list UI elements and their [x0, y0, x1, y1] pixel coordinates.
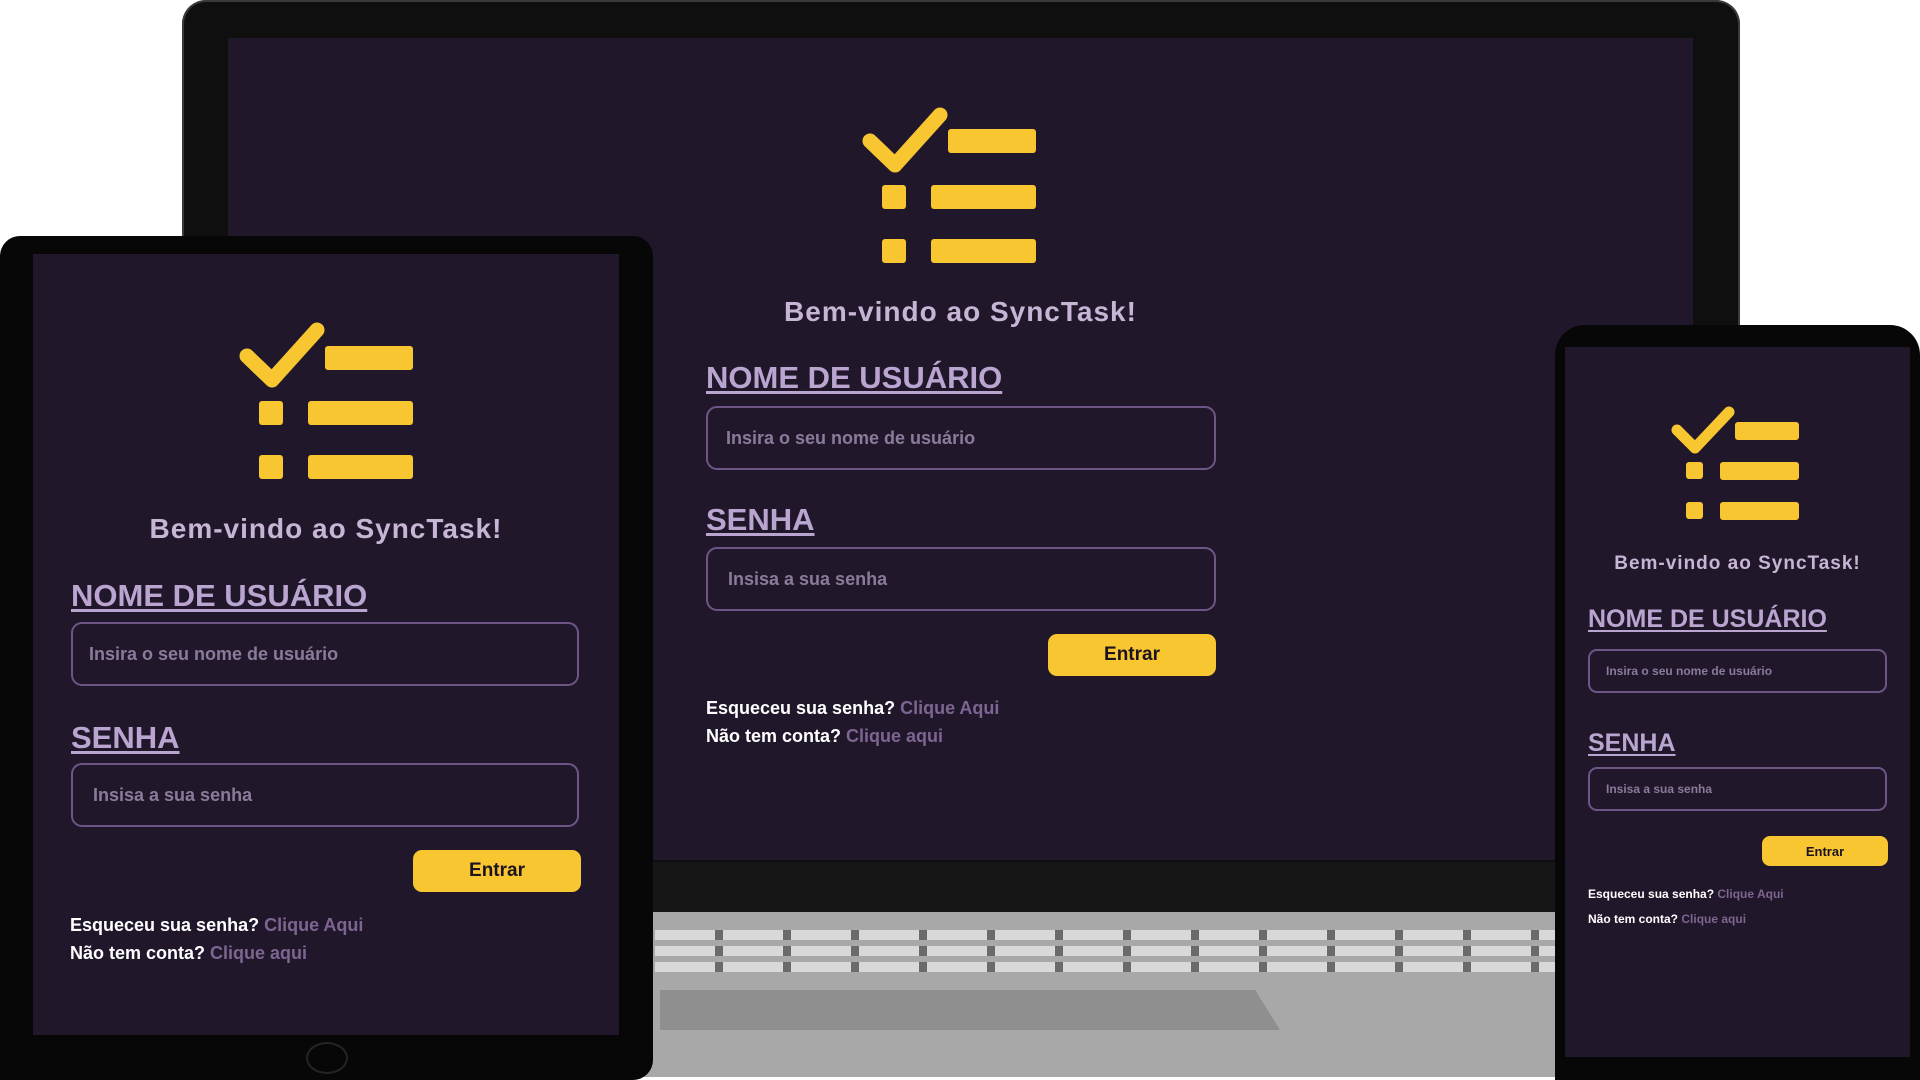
- forgot-password-link[interactable]: Clique Aqui: [1717, 887, 1783, 901]
- checklist-icon: [237, 318, 417, 483]
- signup-link[interactable]: Clique aqui: [210, 943, 307, 963]
- signup-line: Não tem conta? Clique aqui: [70, 943, 307, 964]
- signup-line: Não tem conta? Clique aqui: [706, 726, 943, 747]
- welcome-heading: Bem-vindo ao SyncTask!: [149, 513, 503, 544]
- tablet-home-button: [306, 1042, 348, 1074]
- phone-screen: Bem-vindo ao SyncTask! NOME DE USUÁRIO I…: [1565, 347, 1910, 1057]
- username-label: NOME DE USUÁRIO: [706, 360, 1003, 395]
- username-input[interactable]: Insira o seu nome de usuário: [706, 406, 1216, 470]
- forgot-password-line: Esqueceu sua senha? Clique Aqui: [1588, 887, 1784, 901]
- forgot-password-line: Esqueceu sua senha? Clique Aqui: [70, 915, 363, 936]
- welcome-heading: Bem-vindo ao SyncTask!: [1614, 553, 1861, 574]
- tablet-screen: Bem-vindo ao SyncTask! NOME DE USUÁRIO I…: [33, 254, 619, 1035]
- signup-text: Não tem conta?: [706, 726, 842, 746]
- forgot-password-text: Esqueceu sua senha?: [1588, 887, 1715, 901]
- login-button[interactable]: Entrar: [413, 850, 581, 892]
- laptop-trackpad: [660, 990, 1280, 1030]
- password-label: SENHA: [71, 720, 180, 755]
- signup-link[interactable]: Clique aqui: [846, 726, 943, 746]
- login-button[interactable]: Entrar: [1762, 836, 1888, 866]
- username-input[interactable]: Insira o seu nome de usuário: [71, 622, 579, 686]
- username-label: NOME DE USUÁRIO: [1588, 605, 1827, 633]
- keyboard-row: [655, 930, 1635, 940]
- checklist-icon: [1669, 402, 1805, 528]
- password-label: SENHA: [706, 502, 815, 537]
- forgot-password-line: Esqueceu sua senha? Clique Aqui: [706, 698, 999, 719]
- signup-link[interactable]: Clique aqui: [1681, 912, 1746, 926]
- forgot-password-link[interactable]: Clique Aqui: [264, 915, 363, 935]
- login-button[interactable]: Entrar: [1048, 634, 1216, 676]
- keyboard-row: [655, 962, 1635, 972]
- password-label: SENHA: [1588, 729, 1676, 757]
- keyboard-row: [655, 946, 1635, 956]
- signup-line: Não tem conta? Clique aqui: [1588, 912, 1746, 926]
- password-input[interactable]: Insisa a sua senha: [706, 547, 1216, 611]
- forgot-password-link[interactable]: Clique Aqui: [900, 698, 999, 718]
- password-input[interactable]: Insisa a sua senha: [1588, 767, 1887, 811]
- username-input[interactable]: Insira o seu nome de usuário: [1588, 649, 1887, 693]
- username-label: NOME DE USUÁRIO: [71, 578, 368, 613]
- signup-text: Não tem conta?: [1588, 912, 1679, 926]
- forgot-password-text: Esqueceu sua senha?: [70, 915, 260, 935]
- checklist-icon: [860, 103, 1040, 268]
- forgot-password-text: Esqueceu sua senha?: [706, 698, 896, 718]
- password-input[interactable]: Insisa a sua senha: [71, 763, 579, 827]
- signup-text: Não tem conta?: [70, 943, 206, 963]
